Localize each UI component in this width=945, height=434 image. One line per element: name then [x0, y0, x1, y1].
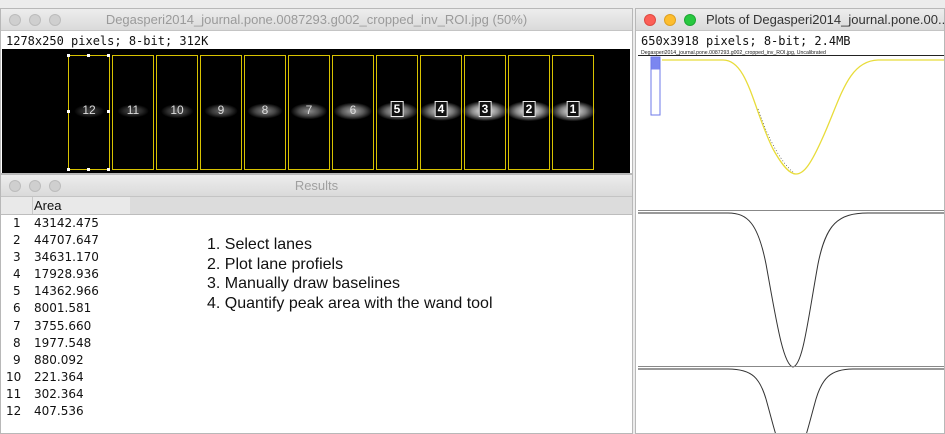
results-window-title: Results	[294, 178, 339, 193]
row-index: 6	[13, 301, 21, 316]
image-window-title: Degasperi2014_journal.pone.0087293.g002_…	[105, 12, 528, 27]
instruction-step: 3. Manually draw baselines	[207, 275, 400, 292]
row-area-value: 43142.475	[34, 216, 99, 230]
lane-label: 8	[261, 103, 269, 117]
image-info: 1278x250 pixels; 8-bit; 312K	[6, 34, 209, 48]
profile-plots-canvas[interactable]: Degasperi2014_journal.pone.0087293.g002_…	[638, 49, 945, 434]
plots-window-title: Plots of Degasperi2014_journal.pone.00..…	[706, 12, 944, 27]
close-button[interactable]	[644, 14, 656, 26]
roi-handle[interactable]	[67, 54, 70, 57]
lane-label: 11	[126, 103, 140, 117]
row-index: 8	[13, 335, 21, 350]
row-index: 5	[13, 284, 21, 299]
row-area-value: 17928.936	[34, 267, 99, 282]
roi-handle[interactable]	[107, 54, 110, 57]
instructions-list: 1. Select lanes 2. Plot lane profiels 3. M…	[207, 235, 493, 313]
minimize-button[interactable]	[664, 14, 676, 26]
row-area-value: 8001.581	[34, 301, 92, 316]
minimize-button[interactable]	[29, 14, 41, 26]
plots-info: 650x3918 pixels; 8-bit; 2.4MB	[641, 34, 851, 48]
profile-selection-handle[interactable]	[651, 57, 660, 70]
row-index: 4	[13, 267, 21, 282]
instruction-step: 4. Quantify peak area with the wand tool	[207, 294, 493, 312]
row-area-value: 880.092	[34, 352, 84, 367]
lane-label: 9	[217, 103, 225, 117]
lane-label: 1	[566, 101, 580, 117]
row-index: 3	[13, 250, 21, 265]
results-window: Results Area 1 43142.475 2 44707.647 3 34631.…	[0, 174, 633, 434]
zoom-button[interactable]	[684, 14, 696, 26]
profile-plots[interactable]: Degasperi2014_journal.pone.0087293.g002_…	[638, 49, 944, 433]
lane-label: 4	[434, 101, 448, 117]
row-area-value: 302.364	[34, 386, 84, 401]
lane-label: 2	[522, 101, 536, 117]
row-area-value: 1977.548	[34, 335, 92, 350]
row-area-value: 3755.660	[34, 318, 92, 333]
roi-handle[interactable]	[107, 110, 110, 113]
results-table-header: Area	[1, 197, 632, 215]
instruction-step: 2. Plot lane profiels	[207, 255, 344, 273]
roi-handle[interactable]	[107, 168, 110, 171]
results-window-titlebar[interactable]: Results	[1, 175, 632, 197]
row-index: 1	[13, 216, 21, 230]
roi-handle[interactable]	[67, 168, 70, 171]
row-index: 9	[13, 352, 21, 367]
lane-label: 12	[82, 103, 96, 117]
plots-window-titlebar[interactable]: Plots of Degasperi2014_journal.pone.00..…	[636, 9, 944, 31]
roi-handle[interactable]	[67, 110, 70, 113]
roi-handle[interactable]	[87, 168, 90, 171]
instruction-step: 1. Select lanes	[207, 236, 312, 253]
row-area-value: 407.536	[34, 404, 84, 419]
close-button[interactable]	[9, 14, 21, 26]
lane-label: 10	[170, 103, 184, 117]
area-column-header[interactable]: Area	[33, 197, 131, 214]
row-index: 11	[6, 386, 22, 401]
plots-window: Plots of Degasperi2014_journal.pone.00..…	[635, 8, 945, 434]
roi-handle[interactable]	[87, 54, 90, 57]
image-window-titlebar[interactable]: Degasperi2014_journal.pone.0087293.g002_…	[1, 9, 632, 31]
row-index: 7	[13, 318, 21, 333]
row-index: 12	[6, 404, 22, 419]
row-area-value: 34631.170	[34, 250, 99, 265]
lane-label: 7	[305, 103, 313, 117]
row-index: 2	[13, 233, 21, 248]
lane-label: 3	[478, 101, 492, 117]
row-area-value: 14362.966	[34, 284, 99, 299]
zoom-button[interactable]	[49, 14, 61, 26]
gel-image[interactable]: 12 11 10 9 8 7 6 5 4 3 2 1	[2, 49, 630, 173]
plot-caption: Degasperi2014_journal.pone.0087293.g002_…	[641, 50, 826, 56]
row-area-value: 44707.647	[34, 233, 99, 248]
row-index: 10	[6, 369, 22, 384]
lane-label: 6	[349, 103, 357, 117]
image-window: Degasperi2014_journal.pone.0087293.g002_…	[0, 8, 633, 174]
row-area-value: 221.364	[34, 369, 84, 384]
index-column-header[interactable]	[1, 197, 33, 214]
lane-label: 5	[390, 101, 404, 117]
